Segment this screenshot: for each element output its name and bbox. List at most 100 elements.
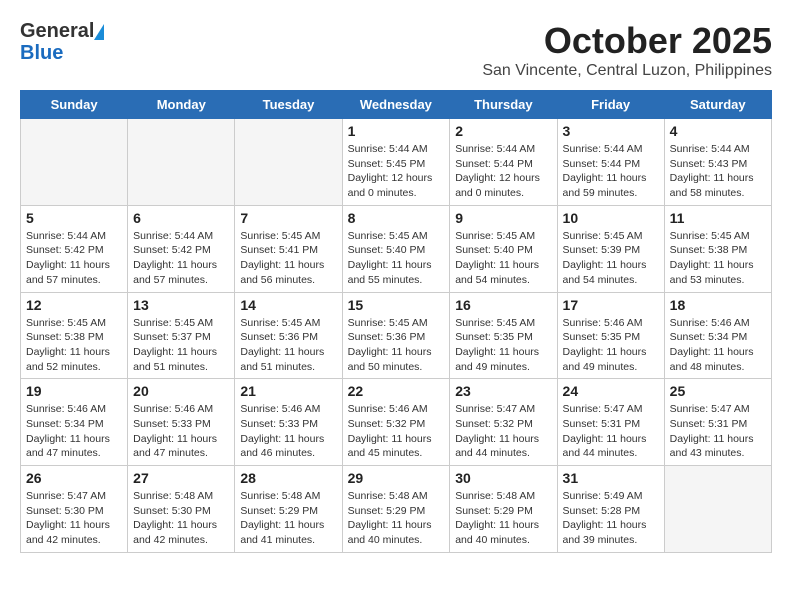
day-info: Sunrise: 5:46 AMSunset: 5:33 PMDaylight:… <box>240 402 336 461</box>
day-number: 3 <box>563 123 659 139</box>
day-info: Sunrise: 5:48 AMSunset: 5:29 PMDaylight:… <box>348 489 445 548</box>
calendar-cell: 7Sunrise: 5:45 AMSunset: 5:41 PMDaylight… <box>235 205 342 292</box>
calendar-cell <box>664 466 771 553</box>
calendar-cell: 24 Sunrise: 5:47 AMSunset: 5:31 PMDayligh… <box>557 379 664 466</box>
day-info: Sunrise: 5:45 AMSunset: 5:41 PMDaylight:… <box>240 229 336 288</box>
day-info: Sunrise: 5:45 AMSunset: 5:37 PMDaylight:… <box>133 316 229 375</box>
calendar-cell: 27Sunrise: 5:48 AMSunset: 5:30 PMDayligh… <box>128 466 235 553</box>
calendar-cell: 22 Sunrise: 5:46 AMSunset: 5:32 PMDayligh… <box>342 379 450 466</box>
day-info: Sunrise: 5:47 AMSunset: 5:30 PMDaylight:… <box>26 489 122 548</box>
day-number: 31 <box>563 470 659 486</box>
day-info: Sunrise: 5:45 AMSunset: 5:38 PMDaylight:… <box>26 316 122 375</box>
day-of-week-header: Thursday <box>450 91 557 119</box>
calendar-cell: 10 Sunrise: 5:45 AMSunset: 5:39 PMDayligh… <box>557 205 664 292</box>
calendar-cell <box>235 119 342 206</box>
calendar-week-row: 5 Sunrise: 5:44 AMSunset: 5:42 PMDaylight… <box>21 205 772 292</box>
day-number: 13 <box>133 297 229 313</box>
day-number: 20 <box>133 383 229 399</box>
logo-container: General Blue <box>20 20 104 64</box>
calendar-cell: 12 Sunrise: 5:45 AMSunset: 5:38 PMDayligh… <box>21 292 128 379</box>
calendar-cell: 20Sunrise: 5:46 AMSunset: 5:33 PMDayligh… <box>128 379 235 466</box>
month-title: October 2025 <box>482 20 772 62</box>
day-info: Sunrise: 5:45 AMSunset: 5:35 PMDaylight:… <box>455 316 551 375</box>
day-number: 17 <box>563 297 659 313</box>
day-info: Sunrise: 5:45 AMSunset: 5:39 PMDaylight:… <box>563 229 659 288</box>
calendar-cell: 3Sunrise: 5:44 AMSunset: 5:44 PMDaylight… <box>557 119 664 206</box>
day-number: 11 <box>670 210 766 226</box>
day-info: Sunrise: 5:46 AMSunset: 5:34 PMDaylight:… <box>670 316 766 375</box>
calendar-table: SundayMondayTuesdayWednesdayThursdayFrid… <box>20 90 772 553</box>
day-info: Sunrise: 5:49 AMSunset: 5:28 PMDaylight:… <box>563 489 659 548</box>
day-of-week-header: Sunday <box>21 91 128 119</box>
day-number: 2 <box>455 123 551 139</box>
days-of-week-row: SundayMondayTuesdayWednesdayThursdayFrid… <box>21 91 772 119</box>
day-info: Sunrise: 5:47 AMSunset: 5:31 PMDaylight:… <box>563 402 659 461</box>
day-number: 1 <box>348 123 445 139</box>
day-number: 5 <box>26 210 122 226</box>
day-number: 23 <box>455 383 551 399</box>
day-number: 10 <box>563 210 659 226</box>
calendar-header: SundayMondayTuesdayWednesdayThursdayFrid… <box>21 91 772 119</box>
logo-blue-text: Blue <box>20 42 63 64</box>
logo: General Blue <box>20 20 104 64</box>
calendar-cell: 17Sunrise: 5:46 AMSunset: 5:35 PMDayligh… <box>557 292 664 379</box>
day-info: Sunrise: 5:48 AMSunset: 5:29 PMDaylight:… <box>240 489 336 548</box>
day-info: Sunrise: 5:48 AMSunset: 5:29 PMDaylight:… <box>455 489 551 548</box>
day-number: 24 <box>563 383 659 399</box>
calendar-cell: 2 Sunrise: 5:44 AMSunset: 5:44 PMDaylight… <box>450 119 557 206</box>
day-number: 26 <box>26 470 122 486</box>
day-info: Sunrise: 5:45 AMSunset: 5:40 PMDaylight:… <box>348 229 445 288</box>
location-title: San Vincente, Central Luzon, Philippines <box>482 62 772 80</box>
day-number: 28 <box>240 470 336 486</box>
day-info: Sunrise: 5:47 AMSunset: 5:32 PMDaylight:… <box>455 402 551 461</box>
calendar-cell: 4Sunrise: 5:44 AMSunset: 5:43 PMDaylight… <box>664 119 771 206</box>
calendar-cell <box>128 119 235 206</box>
day-info: Sunrise: 5:45 AMSunset: 5:36 PMDaylight:… <box>240 316 336 375</box>
calendar-cell: 15Sunrise: 5:45 AMSunset: 5:36 PMDayligh… <box>342 292 450 379</box>
day-info: Sunrise: 5:44 AMSunset: 5:42 PMDaylight:… <box>133 229 229 288</box>
day-of-week-header: Saturday <box>664 91 771 119</box>
day-info: Sunrise: 5:48 AMSunset: 5:30 PMDaylight:… <box>133 489 229 548</box>
calendar-cell: 26 Sunrise: 5:47 AMSunset: 5:30 PMDayligh… <box>21 466 128 553</box>
day-number: 8 <box>348 210 445 226</box>
calendar-cell: 29 Sunrise: 5:48 AMSunset: 5:29 PMDayligh… <box>342 466 450 553</box>
day-number: 14 <box>240 297 336 313</box>
day-of-week-header: Monday <box>128 91 235 119</box>
calendar-cell: 6Sunrise: 5:44 AMSunset: 5:42 PMDaylight… <box>128 205 235 292</box>
day-info: Sunrise: 5:44 AMSunset: 5:43 PMDaylight:… <box>670 142 766 201</box>
calendar-cell: 1 Sunrise: 5:44 AMSunset: 5:45 PMDaylight… <box>342 119 450 206</box>
day-number: 25 <box>670 383 766 399</box>
calendar-cell: 31 Sunrise: 5:49 AMSunset: 5:28 PMDayligh… <box>557 466 664 553</box>
day-of-week-header: Tuesday <box>235 91 342 119</box>
calendar-cell: 19 Sunrise: 5:46 AMSunset: 5:34 PMDayligh… <box>21 379 128 466</box>
day-info: Sunrise: 5:45 AMSunset: 5:36 PMDaylight:… <box>348 316 445 375</box>
day-number: 29 <box>348 470 445 486</box>
calendar-week-row: 19 Sunrise: 5:46 AMSunset: 5:34 PMDayligh… <box>21 379 772 466</box>
calendar-week-row: 26 Sunrise: 5:47 AMSunset: 5:30 PMDayligh… <box>21 466 772 553</box>
day-info: Sunrise: 5:44 AMSunset: 5:44 PMDaylight:… <box>455 142 551 201</box>
calendar-cell: 16 Sunrise: 5:45 AMSunset: 5:35 PMDayligh… <box>450 292 557 379</box>
logo-top-row: General <box>20 20 104 42</box>
day-of-week-header: Wednesday <box>342 91 450 119</box>
calendar-cell: 28 Sunrise: 5:48 AMSunset: 5:29 PMDayligh… <box>235 466 342 553</box>
logo-general-text: General <box>20 20 94 42</box>
day-number: 9 <box>455 210 551 226</box>
day-info: Sunrise: 5:44 AMSunset: 5:42 PMDaylight:… <box>26 229 122 288</box>
calendar-cell <box>21 119 128 206</box>
day-info: Sunrise: 5:46 AMSunset: 5:34 PMDaylight:… <box>26 402 122 461</box>
page-header: General Blue October 2025 San Vincente, … <box>20 20 772 80</box>
day-info: Sunrise: 5:45 AMSunset: 5:38 PMDaylight:… <box>670 229 766 288</box>
calendar-cell: 11 Sunrise: 5:45 AMSunset: 5:38 PMDayligh… <box>664 205 771 292</box>
calendar-body: 1 Sunrise: 5:44 AMSunset: 5:45 PMDaylight… <box>21 119 772 553</box>
calendar-cell: 5 Sunrise: 5:44 AMSunset: 5:42 PMDaylight… <box>21 205 128 292</box>
day-number: 21 <box>240 383 336 399</box>
day-number: 22 <box>348 383 445 399</box>
day-number: 19 <box>26 383 122 399</box>
day-info: Sunrise: 5:44 AMSunset: 5:45 PMDaylight:… <box>348 142 445 201</box>
calendar-cell: 30 Sunrise: 5:48 AMSunset: 5:29 PMDayligh… <box>450 466 557 553</box>
day-number: 30 <box>455 470 551 486</box>
day-number: 16 <box>455 297 551 313</box>
day-info: Sunrise: 5:46 AMSunset: 5:32 PMDaylight:… <box>348 402 445 461</box>
calendar-cell: 13 Sunrise: 5:45 AMSunset: 5:37 PMDayligh… <box>128 292 235 379</box>
day-number: 12 <box>26 297 122 313</box>
